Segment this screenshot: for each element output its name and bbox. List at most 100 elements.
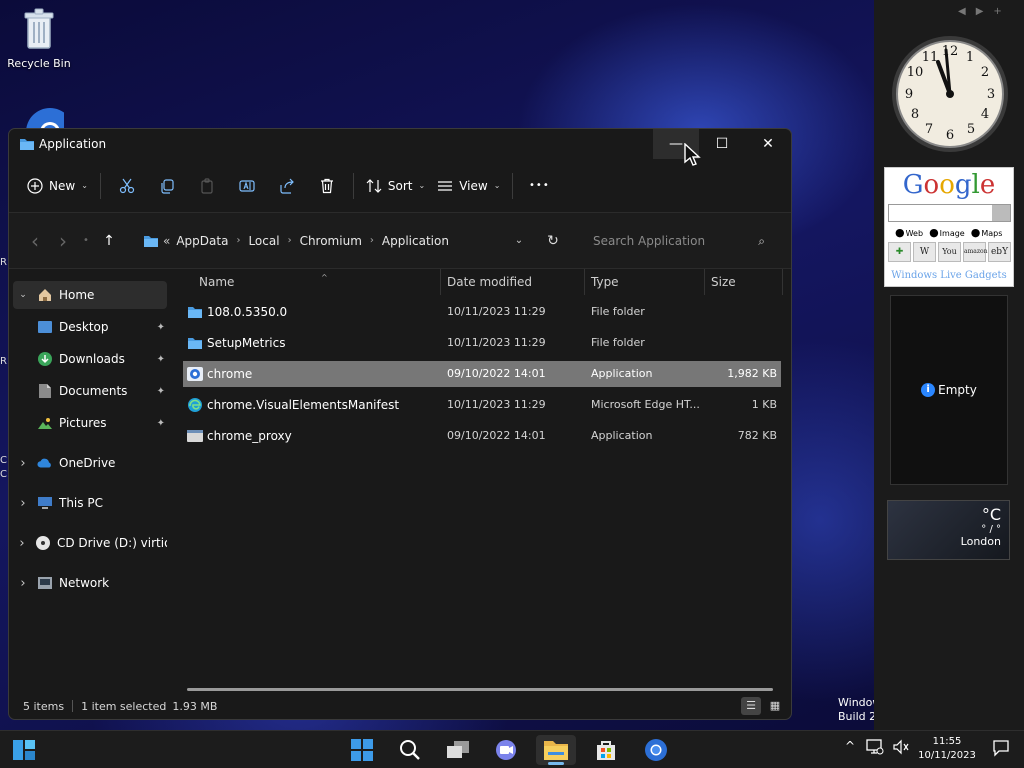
google-gadget-footer[interactable]: Windows Live Gadgets bbox=[885, 270, 1013, 281]
sidebar-item-home[interactable]: ⌄ Home bbox=[13, 281, 167, 309]
folder-icon bbox=[188, 307, 202, 318]
sidebar-item-downloads[interactable]: Downloads ✦ bbox=[31, 345, 167, 373]
table-row[interactable]: 108.0.5350.0 10/11/2023 11:29 File folde… bbox=[183, 299, 781, 325]
column-header-date[interactable]: Date modified bbox=[441, 269, 585, 295]
gadget-next-button[interactable]: ▶ bbox=[976, 6, 994, 17]
widgets-button[interactable] bbox=[4, 735, 44, 765]
column-header-name[interactable]: Name ^ bbox=[193, 269, 441, 295]
task-view-button[interactable] bbox=[438, 735, 478, 765]
breadcrumb[interactable]: « AppData › Local › Chromium › Applicati… bbox=[143, 227, 503, 255]
details-view-button[interactable]: ☰ bbox=[741, 697, 761, 715]
title-bar[interactable]: Application — ☐ ✕ bbox=[9, 129, 791, 159]
rename-button[interactable] bbox=[227, 170, 267, 202]
breadcrumb-separator: › bbox=[287, 235, 292, 246]
expand-arrow-icon[interactable]: › bbox=[15, 496, 31, 511]
breadcrumb-appdata[interactable]: AppData bbox=[176, 234, 228, 248]
delete-button[interactable] bbox=[307, 170, 347, 202]
table-row[interactable]: chrome_proxy 09/10/2022 14:01 Applicatio… bbox=[183, 423, 781, 449]
file-name: 108.0.5350.0 bbox=[207, 305, 288, 319]
cut-button[interactable] bbox=[107, 170, 147, 202]
google-search-button[interactable] bbox=[992, 205, 1010, 221]
table-row-selected[interactable]: chrome 09/10/2022 14:01 Application 1,98… bbox=[183, 361, 781, 387]
expand-arrow-icon[interactable]: › bbox=[15, 456, 31, 471]
gadget-add-button[interactable]: + bbox=[993, 6, 1011, 17]
tiles-view-button[interactable]: ▦ bbox=[765, 697, 785, 715]
forward-button[interactable]: › bbox=[49, 227, 77, 255]
svg-text:11: 11 bbox=[922, 50, 939, 65]
search-box: ⌕ bbox=[583, 225, 775, 256]
google-radio-image[interactable]: Image bbox=[929, 226, 965, 239]
widgets-icon bbox=[13, 740, 35, 760]
table-row[interactable]: SetupMetrics 10/11/2023 11:29 File folde… bbox=[183, 330, 781, 356]
expand-arrow-icon[interactable]: › bbox=[15, 576, 31, 591]
view-button[interactable]: View ⌄ bbox=[431, 170, 506, 202]
sidebar-item-desktop[interactable]: Desktop ✦ bbox=[31, 313, 167, 341]
close-button[interactable]: ✕ bbox=[745, 129, 791, 159]
new-button[interactable]: New ⌄ bbox=[21, 170, 94, 202]
taskbar-clock[interactable]: 11:55 10/11/2023 bbox=[916, 735, 978, 763]
svg-text:9: 9 bbox=[905, 87, 913, 102]
file-explorer-taskbar-button[interactable] bbox=[536, 735, 576, 765]
maximize-button[interactable]: ☐ bbox=[699, 129, 745, 159]
start-button[interactable] bbox=[342, 735, 382, 765]
sort-button[interactable]: Sort ⌄ bbox=[360, 170, 431, 202]
breadcrumb-application[interactable]: Application bbox=[382, 234, 449, 248]
recent-locations-button[interactable]: • bbox=[77, 227, 95, 255]
up-button[interactable]: ↑ bbox=[95, 227, 123, 255]
chevron-down-icon: ⌄ bbox=[81, 181, 88, 190]
site-link-wikipedia[interactable]: W bbox=[913, 242, 936, 262]
sidebar-item-label: OneDrive bbox=[59, 456, 116, 470]
recycle-bin[interactable]: Recycle Bin bbox=[3, 8, 75, 70]
paste-button[interactable] bbox=[187, 170, 227, 202]
more-options-button[interactable]: ••• bbox=[519, 170, 559, 202]
sidebar-item-pictures[interactable]: Pictures ✦ bbox=[31, 409, 167, 437]
column-header-label: Date modified bbox=[447, 275, 533, 289]
column-header-type[interactable]: Type bbox=[585, 269, 705, 295]
clock-gadget[interactable]: 12 12 345 678 91011 bbox=[890, 34, 1010, 154]
back-button[interactable]: ‹ bbox=[21, 227, 49, 255]
sidebar-item-this-pc[interactable]: › This PC bbox=[13, 489, 167, 517]
google-radio-maps[interactable]: Maps bbox=[971, 226, 1002, 239]
sidebar-item-onedrive[interactable]: › OneDrive bbox=[13, 449, 167, 477]
volume-muted-icon[interactable] bbox=[892, 739, 910, 759]
gadget-prev-button[interactable]: ◀ bbox=[958, 6, 976, 17]
weather-city: London bbox=[960, 535, 1001, 548]
network-status-icon[interactable] bbox=[866, 739, 884, 759]
google-search-input[interactable] bbox=[888, 204, 1011, 222]
watermark-line2: Build 22621 bbox=[838, 710, 874, 723]
site-link-amazon[interactable]: amazon bbox=[963, 242, 987, 262]
site-link-ebay[interactable]: ebY bbox=[988, 242, 1011, 262]
chat-icon bbox=[496, 740, 516, 760]
pin-icon: ✦ bbox=[156, 417, 165, 429]
weather-gadget[interactable]: °C ° / ° London bbox=[887, 500, 1010, 560]
microsoft-store-button[interactable] bbox=[586, 735, 626, 765]
breadcrumb-chromium[interactable]: Chromium bbox=[300, 234, 362, 248]
site-link-gadgets[interactable]: ✚ bbox=[888, 242, 911, 262]
horizontal-scrollbar[interactable] bbox=[187, 688, 773, 691]
taskbar-search-button[interactable] bbox=[390, 735, 430, 765]
google-radio-web[interactable]: Web bbox=[895, 226, 923, 239]
table-row[interactable]: chrome.VisualElementsManifest 10/11/2023… bbox=[183, 392, 781, 418]
site-link-youtube[interactable]: You bbox=[938, 242, 961, 262]
file-date: 10/11/2023 11:29 bbox=[447, 336, 546, 349]
teams-chat-button[interactable] bbox=[486, 735, 526, 765]
breadcrumb-overflow[interactable]: « bbox=[163, 234, 170, 248]
expand-arrow-icon[interactable]: › bbox=[15, 536, 29, 551]
column-header-size[interactable]: Size bbox=[705, 269, 783, 295]
sidebar-item-cd-drive[interactable]: › CD Drive (D:) virtio-v bbox=[13, 529, 167, 557]
toolbar-divider bbox=[352, 172, 354, 199]
breadcrumb-local[interactable]: Local bbox=[248, 234, 279, 248]
refresh-button[interactable]: ↻ bbox=[541, 233, 565, 249]
notifications-button[interactable] bbox=[992, 739, 1010, 761]
search-input[interactable] bbox=[583, 225, 775, 256]
share-button[interactable] bbox=[267, 170, 307, 202]
chromium-taskbar-button[interactable] bbox=[636, 735, 676, 765]
sidebar-item-network[interactable]: › Network bbox=[13, 569, 167, 597]
show-hidden-icons-button[interactable]: ^ bbox=[845, 739, 855, 753]
copy-button[interactable] bbox=[147, 170, 187, 202]
sidebar-item-documents[interactable]: Documents ✦ bbox=[31, 377, 167, 405]
breadcrumb-separator: › bbox=[369, 235, 374, 246]
expand-arrow-icon[interactable]: ⌄ bbox=[15, 290, 31, 300]
info-icon: i bbox=[921, 383, 936, 397]
address-history-dropdown[interactable]: ⌄ bbox=[507, 235, 531, 246]
